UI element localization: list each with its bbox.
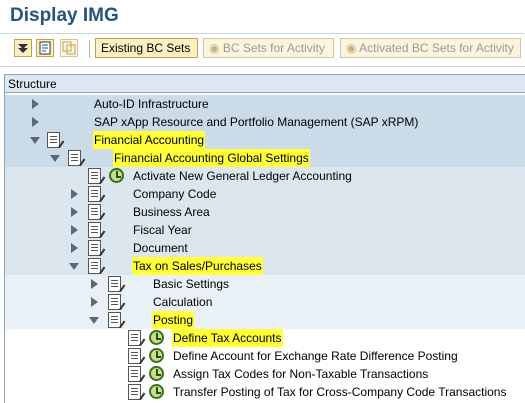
document-icon[interactable] [128,366,141,382]
tree-node-transfer-posting-tax[interactable]: Transfer Posting of Tax for Cross-Compan… [5,383,525,401]
toolbar-separator [89,40,90,58]
tree-node-label: Business Area [133,205,210,219]
document-icon[interactable] [88,222,101,238]
tree-node-exchange-rate-difference[interactable]: Define Account for Exchange Rate Differe… [5,347,525,365]
application-toolbar: Existing BC Sets ◉ BC Sets for Activity … [0,36,525,62]
page-title: Display IMG [10,5,119,26]
tree-node-label: Posting [152,311,195,329]
tree-node-auto-id-infrastructure[interactable]: Auto-ID Infrastructure [5,95,525,113]
tree-node-business-area[interactable]: Business Area [5,203,525,221]
tree-node-calculation[interactable]: Calculation [5,293,525,311]
copy-icon [60,39,78,57]
activated-bc-sets-button: ◉ Activated BC Sets for Activity [340,38,521,58]
document-icon[interactable] [128,330,141,346]
bc-sets-for-activity-button: ◉ BC Sets for Activity [203,38,334,58]
document-icon[interactable] [68,150,81,166]
bc-sets-icon: ◉ [209,41,223,55]
tree-node-tax-on-sales-purchases[interactable]: Tax on Sales/Purchases [5,257,525,275]
activated-bc-sets-label: Activated BC Sets for Activity [359,41,514,55]
execute-clock-icon[interactable] [149,366,164,381]
tree-node-define-tax-accounts[interactable]: Define Tax Accounts [5,329,525,347]
tree-node-assign-tax-codes[interactable]: Assign Tax Codes for Non-Taxable Transac… [5,365,525,383]
document-icon[interactable] [128,348,141,364]
expand-arrow-icon[interactable] [71,243,78,253]
collapse-arrow-icon[interactable] [50,155,60,162]
document-icon[interactable] [47,132,60,148]
tree-node-label: Financial Accounting Global Settings [113,149,310,167]
tree-node-activate-new-gl[interactable]: Activate New General Ledger Accounting [5,167,525,185]
tree-node-label: Define Tax Accounts [172,329,283,347]
execute-clock-icon[interactable] [149,384,164,399]
bc-sets-for-activity-label: BC Sets for Activity [222,41,325,55]
execute-clock-icon[interactable] [149,348,164,363]
tree-node-label: Transfer Posting of Tax for Cross-Compan… [173,385,507,399]
collapse-arrow-icon[interactable] [89,317,99,324]
document-icon[interactable] [88,186,101,202]
tree-node-label: Assign Tax Codes for Non-Taxable Transac… [173,367,429,381]
tree-node-fa-global-settings[interactable]: Financial Accounting Global Settings [5,149,525,167]
tree-node-basic-settings[interactable]: Basic Settings [5,275,525,293]
document-icon[interactable] [88,240,101,256]
tree-node-company-code[interactable]: Company Code [5,185,525,203]
execute-clock-icon[interactable] [109,168,124,183]
document-icon[interactable] [88,168,101,184]
tree-node-posting[interactable]: Posting [5,311,525,329]
tree-node-label: Basic Settings [153,277,230,291]
img-structure-tree: Structure Auto-ID Infrastructure SAP xAp… [4,74,525,403]
document-icon[interactable] [108,294,121,310]
document-icon[interactable] [128,384,141,400]
tree-node-label: Auto-ID Infrastructure [94,97,209,111]
documentation-icon[interactable] [36,39,54,57]
divider [0,66,525,67]
expand-arrow-icon[interactable] [32,99,39,109]
tree-node-label: Financial Accounting [93,131,206,149]
expand-arrow-icon[interactable] [71,207,78,217]
document-icon[interactable] [88,258,101,274]
tree-node-label: Company Code [133,187,217,201]
activated-bc-sets-icon: ◉ [346,41,360,55]
title-bar: Display IMG [0,0,525,33]
existing-bc-sets-button[interactable]: Existing BC Sets [95,38,198,58]
tree-node-fiscal-year[interactable]: Fiscal Year [5,221,525,239]
collapse-arrow-icon[interactable] [30,137,40,144]
document-icon[interactable] [108,276,121,292]
tree-node-label: Calculation [153,295,213,309]
tree-node-label: Document [133,241,188,255]
document-icon[interactable] [108,312,121,328]
execute-clock-icon[interactable] [149,330,164,345]
divider [0,33,525,34]
document-icon[interactable] [88,204,101,220]
collapse-arrow-icon[interactable] [69,263,79,270]
tree-node-label: Activate New General Ledger Accounting [133,169,352,183]
expand-subtree-icon[interactable] [14,39,32,57]
tree-node-label: Define Account for Exchange Rate Differe… [173,349,458,363]
expand-arrow-icon[interactable] [71,189,78,199]
tree-node-document[interactable]: Document [5,239,525,257]
tree-node-financial-accounting[interactable]: Financial Accounting [5,131,525,149]
tree-node-sap-xrpm[interactable]: SAP xApp Resource and Portfolio Manageme… [5,113,525,131]
expand-arrow-icon[interactable] [91,279,98,289]
expand-arrow-icon[interactable] [32,117,39,127]
existing-bc-sets-label: Existing BC Sets [101,41,191,55]
expand-arrow-icon[interactable] [71,225,78,235]
tree-header: Structure [5,75,525,93]
tree-node-label: Fiscal Year [133,223,192,237]
tree-node-label: Tax on Sales/Purchases [132,257,263,275]
tree-node-label: SAP xApp Resource and Portfolio Manageme… [94,115,419,129]
expand-arrow-icon[interactable] [91,297,98,307]
